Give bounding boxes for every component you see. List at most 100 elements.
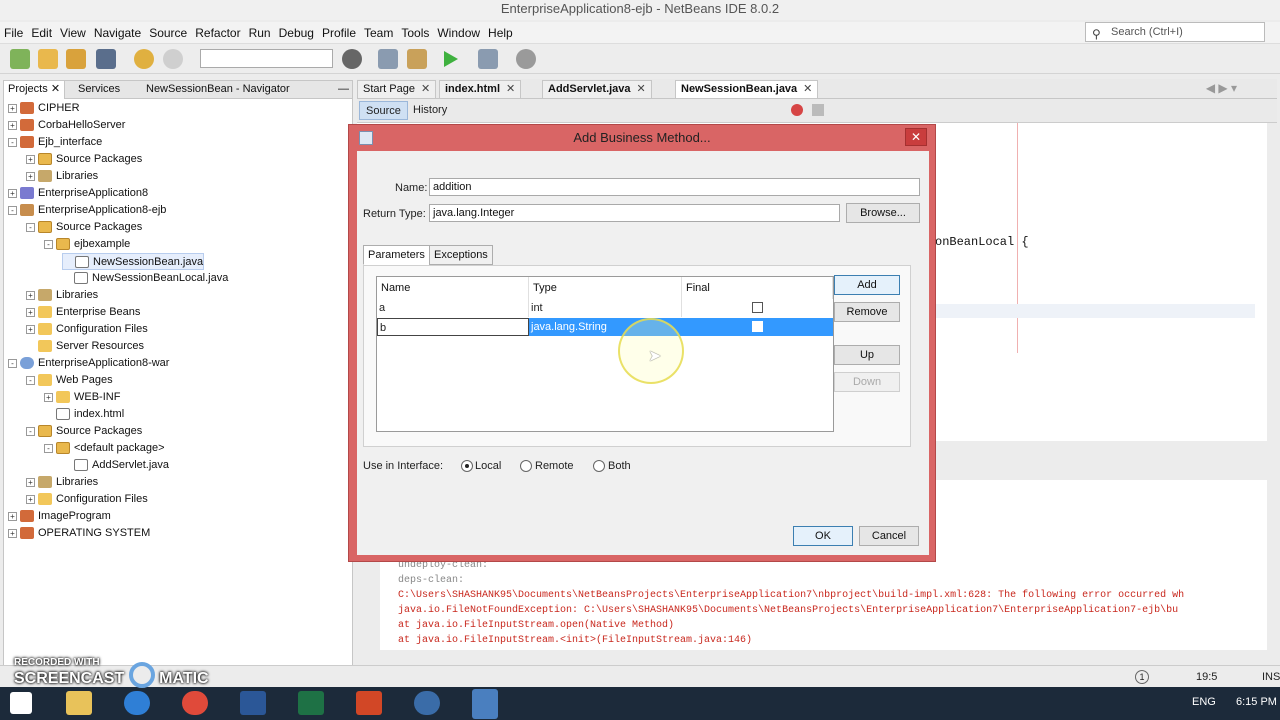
- tree-item[interactable]: + Libraries: [26, 287, 98, 304]
- remote-radio-label[interactable]: Remote: [535, 460, 574, 472]
- tab-projects[interactable]: Projects ✕: [4, 81, 66, 99]
- powerpoint-icon[interactable]: [356, 691, 382, 715]
- tab-newsessionbean[interactable]: NewSessionBean.java ✕: [675, 80, 819, 98]
- tree-item[interactable]: - Web Pages: [26, 372, 113, 389]
- tab-scroll-arrows-icon[interactable]: ◀ ▶ ▾: [1206, 81, 1237, 95]
- close-icon[interactable]: ✕: [421, 83, 430, 95]
- expand-icon[interactable]: +: [26, 307, 35, 317]
- record-macro-icon[interactable]: [791, 104, 803, 116]
- menu-team[interactable]: Team: [360, 22, 397, 44]
- tab-parameters[interactable]: Parameters: [363, 245, 430, 265]
- collapse-icon[interactable]: -: [8, 358, 17, 368]
- expand-icon[interactable]: +: [8, 188, 17, 198]
- history-tab[interactable]: History: [409, 101, 451, 120]
- clean-build-icon[interactable]: [407, 49, 427, 69]
- menu-file[interactable]: File: [0, 22, 27, 44]
- local-radio-label[interactable]: Local: [475, 460, 501, 472]
- expand-icon[interactable]: +: [26, 290, 35, 300]
- search-input[interactable]: ⚲ Search (Ctrl+I): [1085, 22, 1265, 42]
- tab-navigator[interactable]: NewSessionBean - Navigator: [142, 81, 294, 99]
- tree-item[interactable]: + EnterpriseApplication8: [8, 185, 148, 202]
- run-icon[interactable]: [444, 51, 458, 67]
- menu-debug[interactable]: Debug: [275, 22, 318, 44]
- parameters-table[interactable]: Name Type Final a int b java.lang.String: [376, 276, 834, 432]
- both-radio-label[interactable]: Both: [608, 460, 631, 472]
- expand-icon[interactable]: +: [8, 511, 17, 521]
- both-radio[interactable]: [593, 460, 605, 472]
- collapse-icon[interactable]: -: [44, 239, 53, 249]
- tab-addservlet[interactable]: AddServlet.java ✕: [542, 80, 652, 98]
- tree-item[interactable]: + Source Packages: [26, 151, 142, 168]
- ok-button[interactable]: OK: [793, 526, 853, 546]
- tree-item[interactable]: - Source Packages: [26, 423, 142, 440]
- configuration-select[interactable]: [200, 49, 333, 68]
- expand-icon[interactable]: +: [26, 477, 35, 487]
- menu-window[interactable]: Window: [433, 22, 484, 44]
- up-button[interactable]: Up: [834, 345, 900, 365]
- language-indicator[interactable]: ENG: [1192, 696, 1216, 708]
- expand-icon[interactable]: +: [26, 171, 35, 181]
- tree-item[interactable]: + CorbaHelloServer: [8, 117, 125, 134]
- browse-button[interactable]: Browse...: [846, 203, 920, 223]
- tree-item[interactable]: - EnterpriseApplication8-ejb: [8, 202, 166, 219]
- menu-tools[interactable]: Tools: [397, 22, 433, 44]
- explorer-icon[interactable]: [66, 691, 92, 715]
- tree-item[interactable]: Server Resources: [26, 338, 144, 355]
- tree-item[interactable]: NewSessionBeanLocal.java: [62, 270, 228, 287]
- remote-radio[interactable]: [520, 460, 532, 472]
- tree-item[interactable]: + Libraries: [26, 474, 98, 491]
- tab-start-page[interactable]: Start Page ✕: [357, 80, 437, 98]
- final-checkbox[interactable]: [752, 302, 763, 313]
- clock[interactable]: 6:15 PM: [1236, 696, 1277, 708]
- collapse-icon[interactable]: -: [26, 222, 35, 232]
- tab-exceptions[interactable]: Exceptions: [429, 245, 493, 265]
- tree-item[interactable]: + CIPHER: [8, 100, 80, 117]
- ie-icon[interactable]: [124, 691, 150, 715]
- column-header-type[interactable]: Type: [529, 277, 682, 299]
- collapse-icon[interactable]: -: [26, 375, 35, 385]
- screencast-icon[interactable]: [414, 691, 440, 715]
- open-project-icon[interactable]: [66, 49, 86, 69]
- profile-icon[interactable]: [516, 49, 536, 69]
- tree-item[interactable]: - <default package>: [44, 440, 165, 457]
- tree-item[interactable]: index.html: [44, 406, 124, 423]
- remove-button[interactable]: Remove: [834, 302, 900, 322]
- minimize-icon[interactable]: —: [334, 81, 353, 99]
- tree-item[interactable]: AddServlet.java: [62, 457, 169, 474]
- tree-item[interactable]: - ejbexample: [44, 236, 130, 253]
- expand-icon[interactable]: +: [26, 494, 35, 504]
- tree-item[interactable]: - Source Packages: [26, 219, 142, 236]
- collapse-icon[interactable]: -: [8, 137, 17, 147]
- param-type-cell[interactable]: int: [529, 299, 682, 317]
- expand-icon[interactable]: +: [8, 103, 17, 113]
- down-button[interactable]: Down: [834, 372, 900, 392]
- column-header-name[interactable]: Name: [377, 277, 529, 299]
- build-icon[interactable]: [378, 49, 398, 69]
- table-row[interactable]: a int: [377, 299, 833, 317]
- expand-icon[interactable]: +: [26, 324, 35, 334]
- menu-profile[interactable]: Profile: [318, 22, 360, 44]
- final-checkbox[interactable]: [752, 321, 763, 332]
- menu-navigate[interactable]: Navigate: [90, 22, 145, 44]
- debug-icon[interactable]: [478, 49, 498, 69]
- undo-icon[interactable]: [134, 49, 154, 69]
- expand-icon[interactable]: +: [8, 528, 17, 538]
- tree-item[interactable]: NewSessionBean.java: [62, 253, 205, 270]
- stop-macro-icon[interactable]: [812, 104, 824, 116]
- output-line[interactable]: C:\Users\SHASHANK95\Documents\NetBeansPr…: [398, 590, 1184, 601]
- tree-item[interactable]: + WEB-INF: [44, 389, 120, 406]
- close-button[interactable]: ✕: [905, 128, 927, 146]
- tree-item[interactable]: + Libraries: [26, 168, 98, 185]
- expand-icon[interactable]: +: [8, 120, 17, 130]
- collapse-icon[interactable]: -: [44, 443, 53, 453]
- close-icon[interactable]: ✕: [506, 83, 515, 95]
- menu-source[interactable]: Source: [145, 22, 191, 44]
- chrome-icon[interactable]: [182, 691, 208, 715]
- tab-index-html[interactable]: index.html ✕: [439, 80, 522, 98]
- tree-item[interactable]: + Enterprise Beans: [26, 304, 140, 321]
- notifications-icon[interactable]: 1: [1135, 670, 1149, 684]
- save-all-icon[interactable]: [96, 49, 116, 69]
- globe-icon[interactable]: [342, 49, 362, 69]
- netbeans-icon[interactable]: [472, 689, 498, 719]
- new-file-icon[interactable]: [10, 49, 30, 69]
